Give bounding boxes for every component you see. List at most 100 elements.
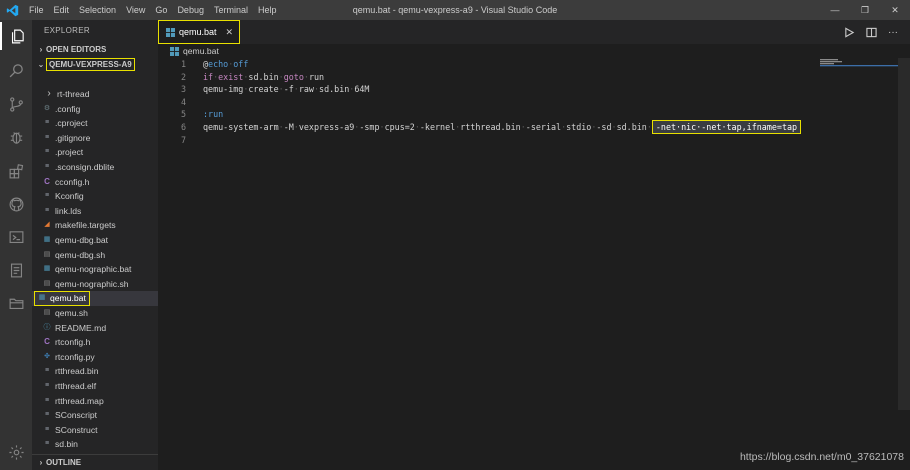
code-line[interactable]: 6 qemu-system-arm·-M·vexpress-a9·-smp·cpu… [158,119,898,134]
file-label: Kconfig [55,191,84,202]
windows-file-icon [166,27,175,37]
code-line[interactable]: 1 @echo·off [158,58,898,71]
menu-selection[interactable]: Selection [74,0,121,20]
line-content: :run [203,108,223,121]
file-lines-icon: ≡ [44,119,50,127]
file-item[interactable]: Crtconfig.h [32,335,158,350]
file-item[interactable]: ▤ qemu.sh [32,306,158,321]
outline-section[interactable]: › OUTLINE [32,454,158,470]
file-item[interactable]: ≡ rtthread.bin [32,364,158,379]
file-label: .gitignore [55,132,91,143]
code-token: qemu-system-arm [203,121,279,132]
file-lines-icon: ≡ [44,367,50,375]
code-line[interactable]: 3 qemu-img·create·-f·raw·sd.bin·64M [158,83,898,96]
breadcrumb-file: qemu.bat [183,46,219,56]
menu-file[interactable]: File [24,0,49,20]
file-item[interactable]: › rt-thread [32,87,158,102]
code-editor[interactable]: 1 @echo·off 2 if·exist·sd.bin·goto·run 3 qemu… [158,58,898,146]
file-item[interactable]: ≡ .cproject [32,116,158,131]
debug-icon[interactable] [0,123,32,151]
menu-debug[interactable]: Debug [172,0,209,20]
file-label: rtconfig.h [55,337,91,348]
breadcrumb[interactable]: qemu.bat [158,44,910,58]
code-token: off [233,59,249,69]
file-lines-icon: ≡ [44,133,50,141]
file-label: README.md [55,322,107,333]
code-token: 64M [354,84,370,95]
folder-icon[interactable] [0,289,32,317]
code-token: sd.bin [616,121,647,132]
code-token: goto [283,71,304,82]
line-number: 5 [180,109,186,120]
project-section[interactable]: ⌄ QEMU-VEXPRESS-A9 [32,57,158,72]
minimize-button[interactable]: — [820,0,850,20]
menu-view[interactable]: View [121,0,150,20]
code-token: vexpress-a9 [298,121,355,132]
file-item[interactable]: ◢ makefile.targets [32,218,158,233]
file-item[interactable]: ≡ rtthread.map [32,394,158,409]
file-item[interactable]: Ccconfig.h [32,175,158,190]
file-item[interactable]: ✤ rtconfig.py [32,350,158,365]
book-icon[interactable] [0,256,32,284]
file-lines-icon: ≡ [44,411,50,419]
file-item[interactable]: ≡ SConstruct [32,423,158,438]
menu-help[interactable]: Help [253,0,282,20]
file-lines-icon: ≡ [44,382,50,389]
settings-gear-icon[interactable] [0,438,32,466]
file-item[interactable]: ▦ qemu-dbg.bat [32,233,158,248]
split-editor-icon[interactable] [860,20,882,44]
vscode-logo-icon[interactable] [0,0,24,20]
explorer-icon[interactable] [0,22,32,50]
file-item[interactable]: ▦ qemu.bat [32,291,158,307]
terminal-file-icon: ▤ [43,279,51,287]
file-item[interactable]: ≡ SConscript [32,408,158,423]
file-item[interactable]: ≡ .sconsign.dblite [32,160,158,175]
file-item[interactable]: ≡ link.lds [32,204,158,219]
line-number: 2 [180,71,186,82]
chevron-right-icon: › [39,45,43,54]
file-item[interactable]: ▤ qemu-nographic.sh [32,277,158,292]
more-actions-icon[interactable]: ··· [882,20,904,44]
run-icon[interactable] [838,20,860,44]
code-line[interactable]: 4 [158,96,898,109]
file-item[interactable]: ▦ qemu-nographic.bat [32,262,158,277]
close-window-button[interactable]: ✕ [880,0,910,20]
code-token: -kernel [419,121,456,132]
line-content: qemu-img·create·-f·raw·sd.bin·64M [203,83,369,96]
open-editors-label: OPEN EDITORS [46,45,107,54]
tab-qemu-bat[interactable]: qemu.bat ✕ [158,20,240,44]
file-item[interactable]: ≡ .gitignore [32,131,158,146]
menu-terminal[interactable]: Terminal [209,0,253,20]
file-item[interactable]: ▤ qemu-dbg.sh [32,248,158,263]
vertical-scrollbar[interactable] [898,58,910,410]
tab-close-icon[interactable]: ✕ [225,27,233,38]
line-content: @echo·off [203,58,248,71]
file-label: SConscript [55,410,98,421]
github-icon[interactable] [0,190,32,218]
open-editors-section[interactable]: › OPEN EDITORS [32,42,158,57]
file-item[interactable]: ≡ Kconfig [32,189,158,204]
remote-explorer-icon[interactable] [0,223,32,251]
file-item[interactable]: ≡ sd.bin [32,437,158,452]
line-number: 1 [180,59,186,69]
code-line[interactable]: 7 [158,134,898,147]
file-item[interactable]: ⚙ .config [32,102,158,117]
file-item[interactable]: ≡ rtthread.elf [32,379,158,394]
extensions-icon[interactable] [0,157,32,185]
activity-bar [0,20,32,470]
file-item[interactable]: ≡ .project [32,145,158,160]
file-label: sd.bin [55,439,78,450]
watermark: https://blog.csdn.net/m0_37621078 [739,451,904,463]
restore-button[interactable]: ❐ [850,0,880,20]
file-item[interactable]: ⓘ README.md [32,321,158,336]
minimap[interactable] [818,58,900,70]
menu-edit[interactable]: Edit [49,0,75,20]
file-label: qemu-dbg.bat [55,235,109,245]
file-label: qemu-nographic.sh [55,278,129,289]
explorer-title: EXPLORER [44,26,90,35]
windows-icon: ▦ [43,236,51,243]
menu-go[interactable]: Go [150,0,172,20]
search-icon[interactable] [0,56,32,84]
code-line[interactable]: 2 if·exist·sd.bin·goto·run [158,71,898,84]
source-control-icon[interactable] [0,90,32,118]
